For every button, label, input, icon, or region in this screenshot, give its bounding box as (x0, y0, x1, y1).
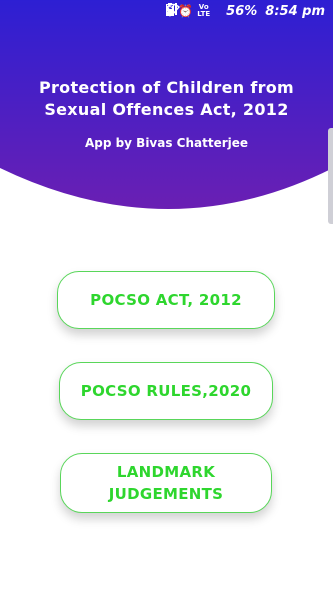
pocso-rules-button[interactable]: POCSO RULES,2020 (59, 362, 273, 420)
clock: 8:54 pm (265, 3, 325, 19)
landmark-judgements-button[interactable]: LANDMARK JUDGEMENTS (60, 453, 272, 513)
pocso-act-button[interactable]: POCSO ACT, 2012 (57, 271, 275, 329)
battery-percent: 56% (226, 3, 258, 19)
status-bar: ⚲ ⏰ Vo LTE (0, 0, 333, 24)
app-title: Protection of Children from Sexual Offen… (38, 78, 295, 119)
volte-icon: Vo LTE (197, 3, 211, 18)
alarm-icon: ⏰ (178, 4, 194, 18)
landmark-judgements-label: LANDMARK JUDGEMENTS (108, 463, 224, 503)
pocso-act-label: POCSO ACT, 2012 (90, 291, 242, 309)
edge-panel-handle[interactable] (328, 128, 333, 224)
app-subtitle: App by Bivas Chatterjee (84, 136, 249, 150)
header-banner: ⚲ ⏰ Vo LTE (0, 0, 333, 235)
pocso-rules-label: POCSO RULES,2020 (80, 382, 252, 400)
